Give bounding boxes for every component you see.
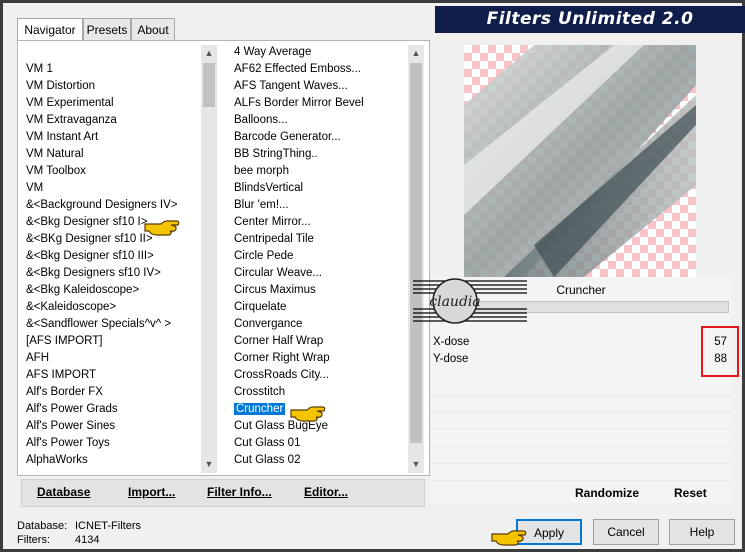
param-label: Y-dose (433, 353, 469, 365)
category-item[interactable]: &<Background Designers IV> (23, 197, 201, 214)
category-item[interactable]: Alf's Border FX (23, 384, 201, 401)
database-button[interactable]: Database (37, 485, 90, 499)
watermark-logo: claudia (413, 275, 527, 327)
reset-button[interactable]: Reset (674, 486, 707, 500)
scroll-up-icon[interactable]: ▲ (408, 45, 424, 62)
filter-item[interactable]: Centripedal Tile (231, 231, 407, 248)
import-button[interactable]: Import... (128, 485, 175, 499)
database-name: ICNET-Filters (75, 520, 141, 532)
empty-parameter-rows (431, 379, 731, 481)
filter-item[interactable]: Barcode Generator... (231, 129, 407, 146)
filter-item[interactable]: Crosstitch (231, 384, 407, 401)
tab-presets[interactable]: Presets (83, 18, 131, 40)
filter-item[interactable]: ALFs Border Mirror Bevel (231, 95, 407, 112)
filter-item[interactable]: Corner Half Wrap (231, 333, 407, 350)
navigator-button-bar: Database Import... Filter Info... Editor… (21, 479, 425, 507)
filter-item[interactable]: Blur 'em!... (231, 197, 407, 214)
param-row-y-dose: Y-dose 88 (431, 351, 731, 368)
scroll-down-icon[interactable]: ▼ (201, 456, 217, 473)
tab-navigator[interactable]: Navigator (17, 18, 83, 41)
filters-unlimited-dialog: Filters Unlimited 2.0 Navigator Presets … (0, 0, 745, 552)
scroll-thumb[interactable] (410, 63, 422, 443)
status-database: Database: ICNET-Filters (17, 520, 141, 532)
category-item[interactable]: &<Bkg Designer sf10 III> (23, 248, 201, 265)
svg-text:claudia: claudia (429, 294, 480, 310)
filter-info-button[interactable]: Filter Info... (207, 485, 272, 499)
category-item[interactable]: VM 1 (23, 61, 201, 78)
filter-item[interactable]: BB StringThing.. (231, 146, 407, 163)
filter-item[interactable]: BlindsVertical (231, 180, 407, 197)
filter-item[interactable]: Corner Right Wrap (231, 350, 407, 367)
highlight-box (701, 326, 739, 377)
pointing-hand-icon (144, 220, 180, 236)
window-title: Filters Unlimited 2.0 (435, 6, 745, 33)
filter-item[interactable]: AFS Tangent Waves... (231, 78, 407, 95)
category-item[interactable]: Alf's Power Toys (23, 435, 201, 452)
scroll-thumb[interactable] (203, 63, 215, 107)
status-filters: Filters: 4134 (17, 534, 100, 546)
category-item[interactable]: Alf's Power Grads (23, 401, 201, 418)
category-item[interactable]: [AFS IMPORT] (23, 333, 201, 350)
help-button[interactable]: Help (669, 519, 735, 545)
param-label: X-dose (433, 336, 470, 348)
editor-button[interactable]: Editor... (304, 485, 348, 499)
param-row-x-dose: X-dose 57 (431, 334, 731, 351)
filter-item[interactable]: Cirquelate (231, 299, 407, 316)
category-item[interactable]: &<Bkg Designers sf10 IV> (23, 265, 201, 282)
filter-item[interactable]: Center Mirror... (231, 214, 407, 231)
filter-item[interactable]: Cut Glass 01 (231, 435, 407, 452)
category-item[interactable]: VM Extravaganza (23, 112, 201, 129)
filter-item[interactable]: AF62 Effected Emboss... (231, 61, 407, 78)
filter-item[interactable]: Circular Weave... (231, 265, 407, 282)
category-item[interactable]: &<Kaleidoscope> (23, 299, 201, 316)
category-item[interactable]: Alf's Power Sines (23, 418, 201, 435)
filter-item[interactable]: Circus Maximus (231, 282, 407, 299)
category-item[interactable]: AlphaWorks (23, 452, 201, 469)
filter-item[interactable]: Cut Glass 02 (231, 452, 407, 469)
category-scrollbar[interactable]: ▲ ▼ (201, 45, 217, 473)
category-item[interactable]: VM Distortion (23, 78, 201, 95)
filter-item[interactable]: Balloons... (231, 112, 407, 129)
filter-item[interactable]: Convergance (231, 316, 407, 333)
category-item[interactable]: &<Sandflower Specials^v^ > (23, 316, 201, 333)
category-item[interactable]: VM (23, 180, 201, 197)
filter-item[interactable]: 4 Way Average (231, 44, 407, 61)
scroll-up-icon[interactable]: ▲ (201, 45, 217, 62)
filter-count: 4134 (75, 534, 100, 546)
filter-item[interactable]: CrossRoads City... (231, 367, 407, 384)
category-item[interactable]: VM Experimental (23, 95, 201, 112)
filter-item[interactable]: Circle Pede (231, 248, 407, 265)
category-list[interactable]: VM 1 VM Distortion VM Experimental VM Extra… (23, 61, 201, 471)
category-item[interactable]: VM Natural (23, 146, 201, 163)
category-item[interactable]: AFS IMPORT (23, 367, 201, 384)
preview-image (464, 45, 696, 277)
category-item[interactable]: VM Toolbox (23, 163, 201, 180)
pointing-hand-icon (290, 406, 326, 422)
filter-scrollbar[interactable]: ▲ ▼ (408, 45, 424, 473)
scroll-down-icon[interactable]: ▼ (408, 456, 424, 473)
category-item[interactable]: &<Bkg Kaleidoscope> (23, 282, 201, 299)
pointing-hand-icon (491, 530, 527, 546)
cancel-button[interactable]: Cancel (593, 519, 659, 545)
randomize-button[interactable]: Randomize (575, 486, 639, 500)
filter-item[interactable]: bee morph (231, 163, 407, 180)
category-item[interactable]: VM Instant Art (23, 129, 201, 146)
category-item[interactable]: AFH (23, 350, 201, 367)
tab-about[interactable]: About (131, 18, 175, 40)
